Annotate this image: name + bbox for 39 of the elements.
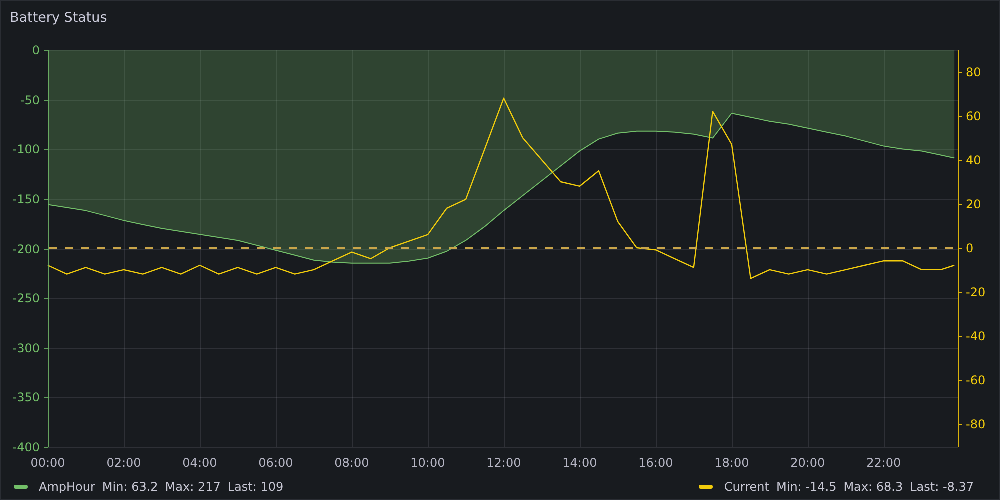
axis-tick-label: 06:00 [258, 456, 294, 470]
legend-label[interactable]: Current [724, 480, 770, 494]
axis-tick-label: 04:00 [182, 456, 218, 470]
axis-tick-label: 08:00 [334, 456, 370, 470]
axis-tick-label: -200 [12, 242, 40, 256]
axis-tick-label: -300 [12, 342, 40, 356]
legend-stat: Last: -8.37 [910, 480, 974, 494]
axis-tick-label: -250 [12, 292, 40, 306]
axis-tick-label: 0 [966, 242, 974, 256]
panel-title: Battery Status [9, 9, 108, 26]
axis-tick-label: 22:00 [866, 456, 902, 470]
axis-tick-label: 00:00 [30, 456, 66, 470]
axis-tick-label: 20:00 [790, 456, 826, 470]
axis-tick-label: -80 [966, 418, 986, 432]
axis-tick-label: 60 [966, 110, 982, 124]
axis-tick-label: 20 [966, 198, 982, 212]
axis-tick-label: 14:00 [562, 456, 598, 470]
axis-tick-label: -150 [12, 192, 40, 206]
legend-stat: Max: 68.3 [844, 480, 904, 494]
legend-label[interactable]: AmpHour [39, 480, 96, 494]
axis-tick-label: -400 [12, 440, 40, 454]
axis-tick-label: 02:00 [106, 456, 142, 470]
axis-tick-label: -50 [20, 94, 40, 108]
axis-tick-label: 12:00 [486, 456, 522, 470]
legend-stat: Min: -14.5 [776, 480, 837, 494]
axis-tick-label: 18:00 [714, 456, 750, 470]
axis-tick-label: -60 [966, 374, 986, 388]
legend-stat: Min: 63.2 [102, 480, 158, 494]
axis-tick-label: 10:00 [410, 456, 446, 470]
legend-stat: Max: 217 [165, 480, 221, 494]
axis-tick-label: -20 [966, 286, 986, 300]
axis-tick-label: 80 [966, 66, 982, 80]
legend-stat: Last: 109 [228, 480, 284, 494]
axis-tick-label: 0 [32, 44, 40, 58]
axis-tick-label: -350 [12, 390, 40, 404]
axis-tick-label: 16:00 [638, 456, 674, 470]
axis-tick-label: -40 [966, 330, 986, 344]
axis-tick-label: 40 [966, 154, 982, 168]
axis-tick-label: -100 [12, 142, 40, 156]
